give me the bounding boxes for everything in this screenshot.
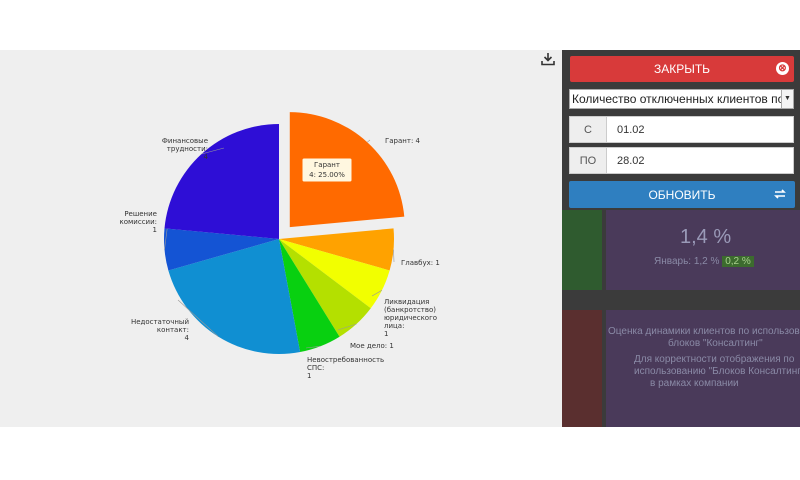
tooltip-title: Гарант xyxy=(314,161,340,169)
pie-label: Ликвидация (банкротство) юридического лица:… xyxy=(384,298,437,338)
pie-label: Мое дело: 1 xyxy=(350,342,394,350)
close-icon[interactable]: ⊗ xyxy=(776,62,789,75)
download-icon[interactable] xyxy=(540,52,556,66)
refresh-icon xyxy=(774,189,786,199)
metric-select[interactable]: Количество отключенных клиентов по ▼ xyxy=(569,89,794,109)
chevron-down-icon[interactable]: ▼ xyxy=(781,90,793,108)
pie-label: Недостаточный контакт: 4 xyxy=(131,318,190,342)
kpi-value: 1,4 % xyxy=(680,226,732,248)
pie-label: Гарант: 4 xyxy=(385,137,421,145)
pie-label: Главбух: 1 xyxy=(401,259,440,267)
label-connector xyxy=(367,139,371,143)
date-from-input[interactable] xyxy=(607,117,789,142)
pie-label: Решение комиссии: 1 xyxy=(120,210,158,234)
tile-description: блоков "Консалтинг" xyxy=(668,338,763,349)
chart-tooltip: Гарант 4: 25.00% xyxy=(301,157,353,183)
pie-chart: Гарант: 4 Главбух: 1 Ликвидация (банкротств… xyxy=(120,112,440,380)
tile-description: Для корректности отображения по xyxy=(634,354,795,365)
kpi-badge: 0,2 % xyxy=(722,256,754,267)
tooltip-value: 4: 25.00% xyxy=(309,171,345,179)
date-from-label: С xyxy=(570,117,607,142)
update-button[interactable]: ОБНОВИТЬ xyxy=(569,181,795,208)
tile-description: использованию "Блоков Консалтинг" xyxy=(634,366,800,377)
date-to-field: ПО xyxy=(569,147,794,174)
date-from-field: С xyxy=(569,116,794,143)
date-to-input[interactable] xyxy=(607,148,789,173)
dashboard-tile xyxy=(562,210,602,290)
close-button[interactable]: ЗАКРЫТЬ ⊗ xyxy=(570,56,794,82)
pie-label: Невостребованность СПС: 1 xyxy=(307,356,384,380)
date-to-label: ПО xyxy=(570,148,607,173)
tile-description: в рамках компании xyxy=(650,378,739,389)
update-button-label: ОБНОВИТЬ xyxy=(648,187,716,202)
tile-description: Оценка динамики клиентов по использовани… xyxy=(608,326,800,337)
dashboard-tile xyxy=(562,310,602,427)
metric-select-value: Количество отключенных клиентов по xyxy=(572,92,785,106)
dashboard-tile xyxy=(606,210,800,290)
kpi-month: Январь: 1,2 % 0,2 % xyxy=(654,256,754,267)
close-button-label: ЗАКРЫТЬ xyxy=(653,62,711,76)
chart-area: Гарант: 4 Главбух: 1 Ликвидация (банкротств… xyxy=(0,50,562,427)
